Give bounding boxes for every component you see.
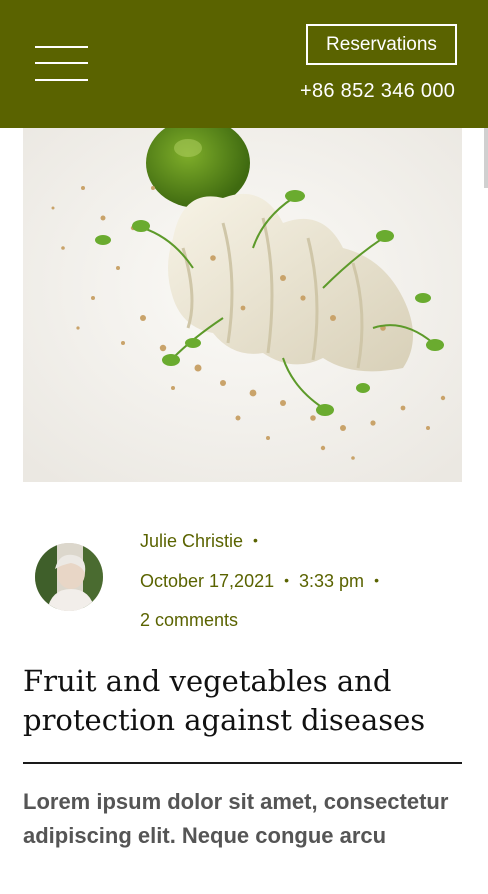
post-featured-image xyxy=(23,128,462,482)
post-time: 3:33 pm xyxy=(299,571,365,591)
separator-dot: • xyxy=(374,572,379,588)
reservations-button[interactable]: Reservations xyxy=(306,24,457,65)
divider xyxy=(23,762,462,764)
menu-line xyxy=(35,79,88,81)
author-link[interactable]: Julie Christie xyxy=(140,531,243,551)
comments-link[interactable]: 2 comments xyxy=(140,610,238,630)
separator-dot: • xyxy=(253,532,258,548)
post-lead: Lorem ipsum dolor sit amet, consectetur … xyxy=(23,789,449,848)
author-avatar[interactable] xyxy=(35,543,103,611)
post-title: Fruit and vegetables and protection agai… xyxy=(23,664,426,737)
avatar-image xyxy=(35,543,103,611)
scrollbar[interactable] xyxy=(484,128,488,188)
phone-number-link[interactable]: +86 852 346 000 xyxy=(300,80,462,103)
separator-dot: • xyxy=(284,572,290,588)
menu-line xyxy=(35,62,88,64)
hamburger-menu-icon[interactable] xyxy=(35,44,89,84)
site-header: Reservations +86 852 346 000 xyxy=(0,0,488,128)
food-dish-image xyxy=(23,128,462,482)
post-date: October 17,2021 xyxy=(140,571,275,591)
post-meta: Julie Christie • October 17,2021 • 3:33 pm •… xyxy=(140,526,460,646)
menu-line xyxy=(35,46,88,48)
